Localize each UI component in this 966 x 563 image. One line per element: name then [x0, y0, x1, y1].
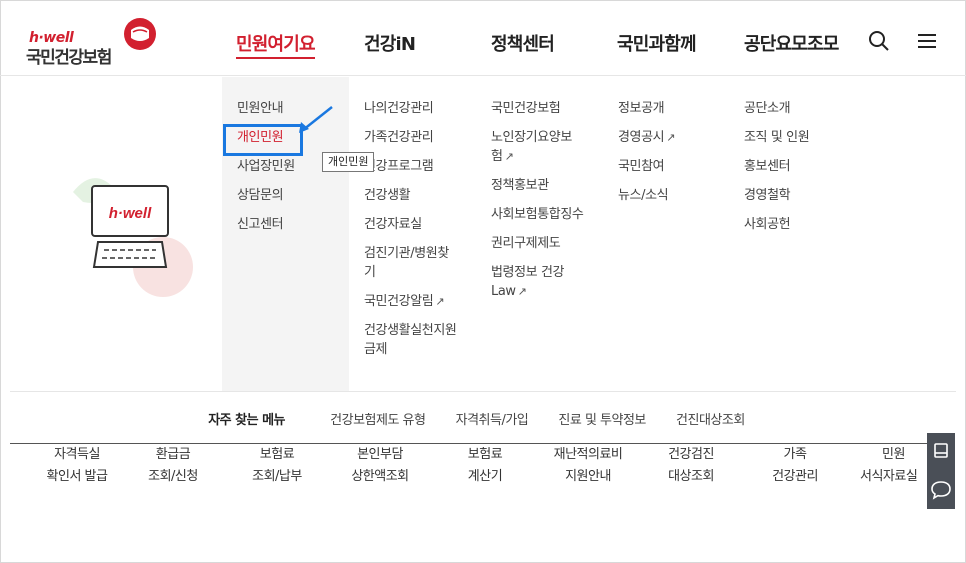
menu-link-rights-remedy[interactable]: 권리구제제도: [491, 234, 583, 253]
menu-column-minwon: 민원안내 개인민원 사업장민원 상담문의 신고센터: [237, 99, 295, 244]
nav-item-health-in[interactable]: 건강iN: [364, 30, 416, 56]
mega-menu: h·well 민원안내 개인민원 사업장민원 상담문의 신고센터 나의건강관리 …: [0, 77, 966, 391]
tooltip: 개인민원: [322, 152, 375, 172]
quick-menu: 자격득실 확인서 발급 환급금 조회/신청 보험료 조회/납부 본인부담 상한액조회 보…: [10, 443, 930, 495]
nav-item-minwon[interactable]: 민원여기요: [236, 30, 316, 59]
menu-link-health-alert[interactable]: 국민건강알림 ↗: [364, 292, 464, 311]
menu-column-citizens: 정보공개 경영공시 ↗ 국민참여 뉴스/소식: [618, 99, 728, 215]
menu-link-health-life[interactable]: 건강생활: [364, 186, 464, 205]
menu-column-policy: 국민건강보험 노인장기요양보험 ↗ 정책홍보관 사회보험통합징수 권리구제제도 법…: [491, 99, 584, 311]
hamburger-menu-icon[interactable]: [916, 30, 938, 52]
menu-link-ltc-insurance[interactable]: 노인장기요양보험 ↗: [491, 128, 583, 166]
menu-link-introduction[interactable]: 공단소개: [744, 99, 854, 118]
floating-notebook-button[interactable]: [927, 433, 955, 471]
nav-item-policy-center[interactable]: 정책센터: [491, 30, 555, 56]
menu-column-about: 공단소개 조직 및 인원 홍보센터 경영철학 사회공헌: [744, 99, 854, 244]
external-link-icon: ↗: [517, 285, 527, 298]
site-logo[interactable]: h·well 국민건강보험: [26, 16, 166, 68]
menu-link-health-data[interactable]: 건강자료실: [364, 215, 464, 234]
menu-link-report-center[interactable]: 신고센터: [237, 215, 295, 234]
frequent-item-checkup-target[interactable]: 건진대상조회: [676, 413, 745, 428]
laptop-illustration: h·well: [73, 178, 193, 297]
external-link-icon: ↗: [666, 131, 676, 144]
menu-link-nhis[interactable]: 국민건강보험: [491, 99, 583, 118]
quick-item[interactable]: 자격득실 확인서 발급: [32, 444, 122, 488]
logo-name: 국민건강보험: [26, 48, 112, 68]
annotation-arrow-icon: [299, 106, 333, 133]
menu-link-health-law[interactable]: 법령정보 건강Law ↗: [491, 263, 583, 301]
logo-mark-icon: [124, 18, 156, 50]
menu-link-disclosure[interactable]: 정보공개: [618, 99, 728, 118]
menu-link-pr-hall[interactable]: 정책홍보관: [491, 176, 583, 195]
quick-item[interactable]: 건강검진 대상조회: [656, 444, 726, 488]
nav-item-with-citizens[interactable]: 국민과함께: [617, 30, 697, 56]
frequent-item-treatment-info[interactable]: 진료 및 투약정보: [558, 413, 646, 428]
menu-link-minwon-guide[interactable]: 민원안내: [237, 99, 295, 118]
chat-bubble-icon: [931, 481, 951, 500]
menu-link-participation[interactable]: 국민참여: [618, 157, 728, 176]
frequent-item-insurance-type[interactable]: 건강보험제도 유형: [330, 413, 426, 428]
menu-link-management-disclosure[interactable]: 경영공시 ↗: [618, 128, 728, 147]
menu-link-family-health[interactable]: 가족건강관리: [364, 128, 464, 147]
menu-link-business-minwon[interactable]: 사업장민원: [237, 157, 295, 176]
menu-link-consultation[interactable]: 상담문의: [237, 186, 295, 205]
external-link-icon: ↗: [435, 295, 445, 308]
menu-link-social-contribution[interactable]: 사회공헌: [744, 215, 854, 234]
menu-link-integrated-collection[interactable]: 사회보험통합징수: [491, 205, 591, 224]
frequent-item-qualification[interactable]: 자격취득/가입: [456, 413, 529, 428]
quick-item[interactable]: 본인부담 상한액조회: [340, 444, 420, 488]
search-icon[interactable]: [868, 30, 890, 52]
quick-item[interactable]: 보험료 계산기: [450, 444, 520, 488]
menu-link-pr-center[interactable]: 홍보센터: [744, 157, 854, 176]
quick-item[interactable]: 가족 건강관리: [760, 444, 830, 488]
menu-link-health-subsidy[interactable]: 건강생활실천지원금제: [364, 321, 462, 359]
menu-link-health-program[interactable]: 건강프로그램: [364, 157, 464, 176]
highlight-box: [223, 124, 303, 156]
menu-link-philosophy[interactable]: 경영철학: [744, 186, 854, 205]
quick-item[interactable]: 재난적의료비 지원안내: [538, 444, 638, 488]
menu-link-news[interactable]: 뉴스/소식: [618, 186, 728, 205]
monitor-brand-text: h·well: [109, 205, 152, 222]
nav-item-about[interactable]: 공단요모조모: [744, 30, 839, 56]
quick-item[interactable]: 보험료 조회/납부: [242, 444, 312, 488]
floating-chat-button[interactable]: [927, 471, 955, 509]
menu-link-find-hospital[interactable]: 검진기관/병원찾기: [364, 244, 460, 282]
frequent-menu: 자주 찾는 메뉴 건강보험제도 유형 자격취득/가입 진료 및 투약정보 건진대…: [10, 391, 956, 443]
quick-item[interactable]: 환급금 조회/신청: [138, 444, 208, 488]
notebook-icon: [934, 443, 948, 458]
menu-link-organization[interactable]: 조직 및 인원: [744, 128, 854, 147]
frequent-menu-title: 자주 찾는 메뉴: [208, 413, 286, 428]
site-header: h·well 국민건강보험 민원여기요 건강iN 정책센터 국민과함께 공단요모…: [0, 0, 966, 76]
external-link-icon: ↗: [504, 150, 514, 163]
menu-column-health-in: 나의건강관리 가족건강관리 건강프로그램 건강생활 건강자료실 검진기관/병원찾…: [364, 99, 464, 369]
menu-link-my-health[interactable]: 나의건강관리: [364, 99, 464, 118]
